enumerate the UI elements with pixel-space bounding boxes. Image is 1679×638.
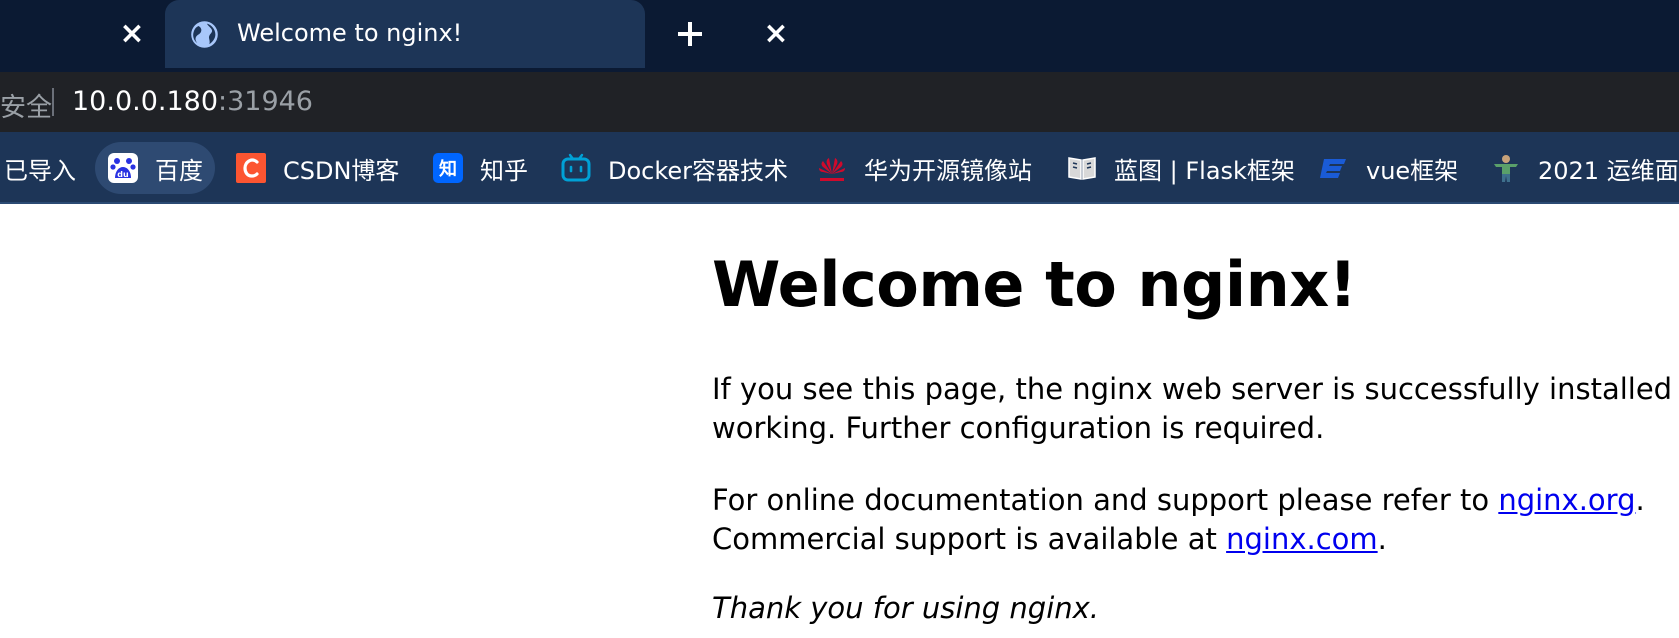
bookmark-docker[interactable]: Docker容器技术 xyxy=(560,142,788,194)
bookmark-flask-blueprint[interactable]: 蓝图 | Flask框架 xyxy=(1066,142,1295,194)
support-text-1: For online documentation and support ple… xyxy=(712,483,1499,517)
figure-icon xyxy=(1490,152,1522,184)
security-status-label[interactable]: 安全 xyxy=(0,87,52,124)
url-port: :31946 xyxy=(218,86,313,117)
vue-e-icon xyxy=(1318,152,1350,184)
svg-text:知: 知 xyxy=(439,158,457,180)
bookmark-label: 知乎 xyxy=(480,156,528,185)
globe-icon xyxy=(191,21,218,48)
bookmark-label: 已导入 xyxy=(4,156,76,185)
tab-previous[interactable]: × xyxy=(0,0,156,68)
zhihu-icon: 知 xyxy=(432,152,464,184)
bookmark-label: 华为开源镜像站 xyxy=(864,156,1032,185)
support-text-2: Commercial support is available at xyxy=(712,522,1227,556)
bookmark-imported[interactable]: 已导入 xyxy=(4,142,76,194)
bookmark-label: Docker容器技术 xyxy=(608,156,789,185)
close-tab-icon[interactable]: × xyxy=(118,19,146,49)
address-divider xyxy=(52,88,54,116)
intro-paragraph: If you see this page, the nginx web serv… xyxy=(712,370,1679,448)
nginx-org-link[interactable]: nginx.org xyxy=(1498,483,1635,517)
new-tab-plus-icon[interactable] xyxy=(672,16,708,52)
bookmark-label: CSDN博客 xyxy=(283,156,400,185)
support-text-2-end: . xyxy=(1377,522,1387,556)
bookmark-ops-interview[interactable]: 2021 运维面试 xyxy=(1490,142,1679,194)
bookmarks-bar: 已导入 du 百度 CSDN博客 知 知乎 Docker容器技术 华为开源镜像站… xyxy=(0,132,1679,204)
url-host: 10.0.0.180 xyxy=(72,86,218,117)
tab-title: Welcome to nginx! xyxy=(237,19,463,47)
bookmark-label: 百度 xyxy=(155,156,203,185)
thanks-paragraph: Thank you for using nginx. xyxy=(712,591,1100,625)
baidu-icon: du xyxy=(107,152,139,184)
tab-strip: × Welcome to nginx! × xyxy=(0,0,1679,72)
support-text-1-end: . xyxy=(1635,483,1645,517)
bookmark-baidu[interactable]: du 百度 xyxy=(95,142,215,194)
csdn-icon xyxy=(235,152,267,184)
address-bar: 安全 10.0.0.180:31946 xyxy=(0,72,1679,132)
bilibili-icon xyxy=(560,152,592,184)
bookmark-vue[interactable]: vue框架 xyxy=(1318,142,1458,194)
url-field[interactable]: 10.0.0.180:31946 xyxy=(72,86,313,117)
bookmark-csdn[interactable]: CSDN博客 xyxy=(235,142,399,194)
nginx-com-link[interactable]: nginx.com xyxy=(1226,522,1378,556)
page-heading: Welcome to nginx! xyxy=(712,248,1357,321)
bookmark-zhihu[interactable]: 知 知乎 xyxy=(432,142,528,194)
support-paragraph: For online documentation and support ple… xyxy=(712,481,1645,559)
intro-line-1: If you see this page, the nginx web serv… xyxy=(712,372,1679,406)
page-content: Welcome to nginx! If you see this page, … xyxy=(712,204,1679,638)
intro-line-2: working. Further configuration is requir… xyxy=(712,411,1325,445)
bookmark-label: 2021 运维面试 xyxy=(1538,156,1679,185)
huawei-icon xyxy=(816,152,848,184)
book-icon xyxy=(1066,152,1098,184)
svg-text:du: du xyxy=(117,170,129,179)
bookmark-label: vue框架 xyxy=(1366,156,1459,185)
close-tab-icon[interactable]: × xyxy=(762,19,790,49)
bookmark-huawei-mirror[interactable]: 华为开源镜像站 xyxy=(816,142,1032,194)
tab-active[interactable]: Welcome to nginx! × xyxy=(165,0,789,68)
bookmark-label: 蓝图 | Flask框架 xyxy=(1114,156,1295,185)
